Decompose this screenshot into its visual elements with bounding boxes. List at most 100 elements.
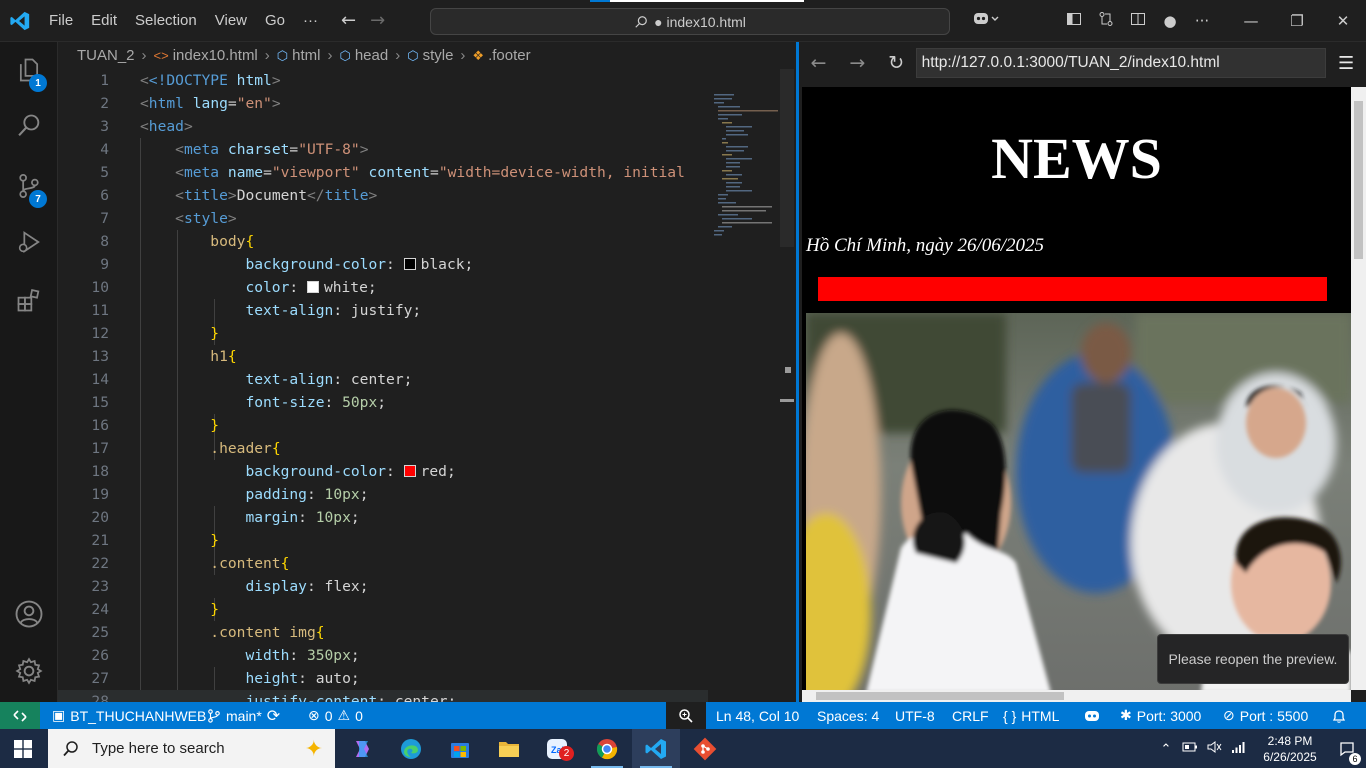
menu-edit[interactable]: Edit: [82, 12, 126, 29]
reload-icon[interactable]: ↻: [877, 52, 916, 74]
color-swatch-white[interactable]: [306, 281, 319, 293]
chevron-up-icon[interactable]: ⌃: [1154, 741, 1178, 757]
zoom-icon[interactable]: [666, 702, 706, 729]
back-arrow-icon[interactable]: ←: [341, 10, 356, 31]
battery-icon[interactable]: [1178, 741, 1202, 756]
scroll-thumb[interactable]: [816, 692, 1064, 700]
chevron-right-icon: ›: [395, 47, 401, 64]
line-ending[interactable]: CRLF: [952, 702, 989, 729]
code-area[interactable]: 1 <<!DOCTYPE html> 2 <html lang="en"> 3 <he…: [58, 69, 708, 702]
windows-start-icon[interactable]: [0, 729, 46, 768]
edge-app-icon[interactable]: [387, 729, 435, 768]
notification-toast[interactable]: Please reopen the preview.: [1157, 634, 1349, 684]
scroll-thumb[interactable]: [780, 69, 794, 247]
forward-arrow-icon[interactable]: →: [838, 52, 877, 74]
code-line: 25 .content img{: [91, 624, 325, 641]
code-line: 22 .content{: [91, 555, 290, 572]
code-line: 18 background-color: red;: [91, 463, 456, 480]
indentation[interactable]: Spaces: 4: [817, 702, 879, 729]
system-tray: ⌃ 2:48 PM 6/26/2025 6: [1154, 729, 1366, 768]
more-actions-icon[interactable]: ···: [1186, 12, 1218, 30]
breadcrumb-head[interactable]: head: [355, 47, 388, 64]
notification-center-icon[interactable]: 6: [1328, 741, 1366, 765]
forward-arrow-icon[interactable]: →: [370, 10, 385, 31]
command-center[interactable]: ● index10.html: [430, 8, 950, 35]
url-bar[interactable]: http://127.0.0.1:3000/TUAN_2/index10.htm…: [915, 48, 1327, 78]
volume-icon[interactable]: [1202, 740, 1226, 757]
editor-scrollbar[interactable]: [780, 69, 794, 702]
code-line: 20 margin: 10px;: [91, 509, 360, 526]
restore-icon[interactable]: ❐: [1274, 12, 1320, 30]
color-swatch-red[interactable]: [403, 465, 416, 477]
search-icon[interactable]: [0, 102, 58, 150]
title-bar-controls: ● ··· — ❐ ✕: [964, 0, 1366, 42]
source-control-icon[interactable]: 7: [0, 162, 58, 210]
compare-icon[interactable]: [1090, 11, 1122, 31]
breadcrumb-folder[interactable]: TUAN_2: [77, 47, 135, 64]
branch-name: main*: [226, 707, 262, 724]
breadcrumb-html[interactable]: html: [292, 47, 320, 64]
close-icon[interactable]: ✕: [1320, 12, 1366, 30]
copilot-icon[interactable]: [964, 10, 1008, 32]
remote-indicator-icon[interactable]: [0, 702, 40, 729]
vscode-app-icon[interactable]: [632, 729, 680, 768]
copilot-status-icon[interactable]: [1083, 702, 1101, 729]
zalo-app-icon[interactable]: Zalo 2: [534, 729, 582, 768]
minimap[interactable]: [708, 69, 780, 702]
branch-item[interactable]: main* ⟳: [207, 702, 280, 729]
breadcrumb-style[interactable]: style: [423, 47, 454, 64]
wifi-icon[interactable]: [1226, 740, 1252, 757]
scroll-thumb[interactable]: [1354, 101, 1363, 259]
menu-file[interactable]: File: [40, 12, 82, 29]
clock-date: 6/26/2025: [1263, 749, 1317, 764]
scroll-marker: [780, 399, 794, 402]
code-line: 23 display: flex;: [91, 578, 369, 595]
cursor-position[interactable]: Ln 48, Col 10: [716, 702, 799, 729]
code-line: 4 <meta charset="UTF-8">: [100, 141, 369, 158]
unsaved-dot-icon[interactable]: ●: [1154, 12, 1186, 30]
extensions-icon[interactable]: [0, 276, 58, 324]
clock[interactable]: 2:48 PM 6/26/2025: [1252, 733, 1328, 765]
copilot-app-icon[interactable]: [338, 729, 386, 768]
menu-more[interactable]: ···: [294, 12, 327, 29]
code-line: 28 justify-content: center;: [58, 690, 708, 702]
code-line: 15 font-size: 50px;: [91, 394, 387, 411]
workspace-item[interactable]: ▣ BT_THUCHANHWEB: [52, 702, 206, 729]
chrome-app-icon[interactable]: [583, 729, 631, 768]
encoding[interactable]: UTF-8: [895, 702, 935, 729]
menu-selection[interactable]: Selection: [126, 12, 206, 29]
port-3000-item[interactable]: ✱ Port: 3000: [1120, 702, 1201, 729]
file-explorer-icon[interactable]: [485, 729, 533, 768]
taskbar-search-box[interactable]: Type here to search ✦: [48, 729, 335, 768]
menu-go[interactable]: Go: [256, 12, 294, 29]
run-debug-icon[interactable]: [0, 218, 58, 266]
manage-gear-icon[interactable]: [0, 647, 58, 695]
preview-horizontal-scrollbar[interactable]: [802, 690, 1351, 702]
color-swatch-black[interactable]: [403, 258, 416, 270]
microsoft-store-icon[interactable]: [436, 729, 484, 768]
breadcrumb-file[interactable]: index10.html: [173, 47, 258, 64]
language-mode[interactable]: { } HTML: [1003, 702, 1059, 729]
port-5500-item[interactable]: ⊘ Port : 5500: [1223, 702, 1308, 729]
command-center-label: ● index10.html: [654, 13, 746, 30]
toggle-sidebar-icon[interactable]: [1058, 11, 1090, 31]
code-line: 8 body{: [100, 233, 255, 250]
hamburger-menu-icon[interactable]: ☰: [1326, 53, 1366, 74]
cube-icon: ⬡: [276, 47, 289, 63]
menu-view[interactable]: View: [206, 12, 256, 29]
minimize-icon[interactable]: —: [1228, 12, 1274, 30]
account-icon[interactable]: [0, 590, 58, 638]
code-line: 1 <<!DOCTYPE html>: [100, 72, 281, 89]
git-app-icon[interactable]: [681, 729, 729, 768]
scm-badge: 7: [29, 190, 47, 208]
problems-item[interactable]: ⊗ 0 ⚠ 0: [308, 702, 363, 729]
bell-icon[interactable]: [1331, 702, 1347, 729]
back-arrow-icon[interactable]: ←: [799, 52, 838, 74]
sync-icon[interactable]: ⟳: [267, 706, 280, 726]
breadcrumb-footer[interactable]: .footer: [488, 47, 531, 64]
split-editor-icon[interactable]: [1122, 11, 1154, 31]
cube-icon: ⬡: [407, 47, 419, 63]
explorer-icon[interactable]: 1: [0, 46, 58, 94]
html-file-icon: <>: [153, 48, 169, 63]
preview-vertical-scrollbar[interactable]: [1351, 87, 1366, 690]
